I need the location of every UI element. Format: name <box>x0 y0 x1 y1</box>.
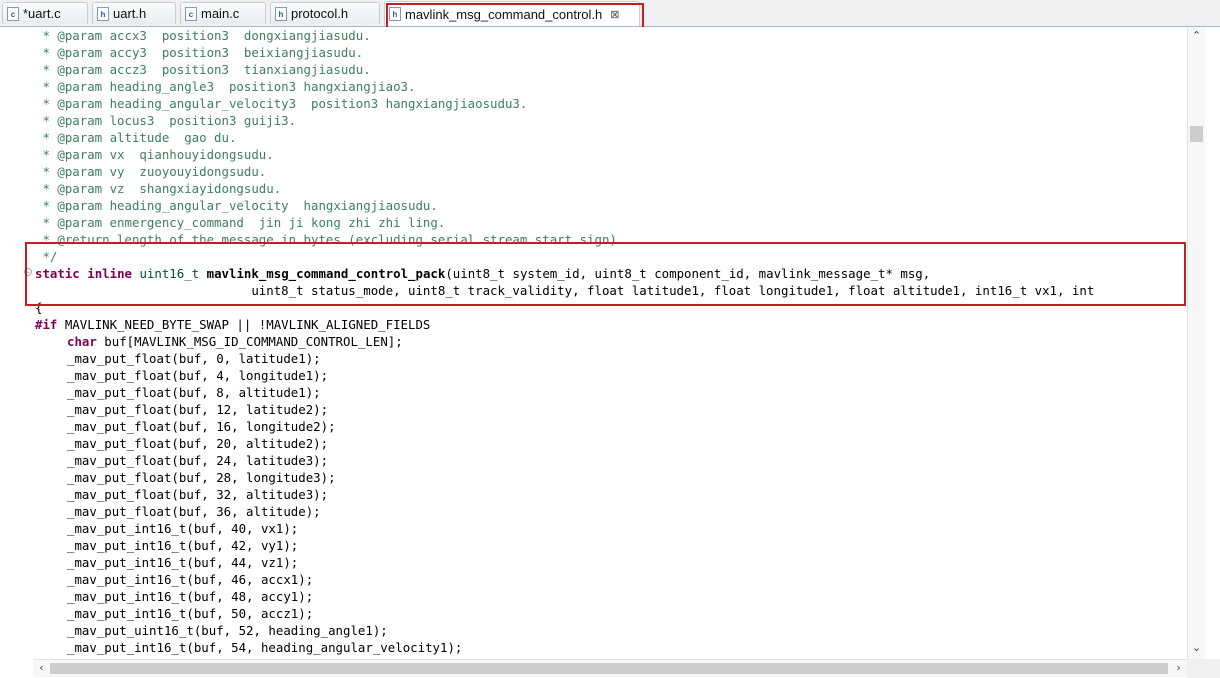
tab-mavlink-msg-command-control-h[interactable]: h mavlink_msg_command_control.h ⊠ <box>384 1 640 26</box>
tab-label: protocol.h <box>291 6 349 21</box>
open-brace: { <box>35 300 43 315</box>
code-line: * @param vx qianhouyidongsudu. <box>35 147 274 162</box>
horizontal-scroll-thumb[interactable] <box>50 663 1168 674</box>
scroll-left-icon[interactable]: ‹ <box>33 661 50 674</box>
function-name: mavlink_msg_command_control_pack <box>206 266 446 281</box>
code-line: _mav_put_float(buf, 16, longitude2); <box>67 419 336 434</box>
code-line: * @param heading_angular_velocity hangxi… <box>35 198 438 213</box>
preprocessor-keyword: #if <box>35 317 58 332</box>
fold-marker-icon[interactable]: − <box>24 268 32 277</box>
code-line: _mav_put_int16_t(buf, 50, accz1); <box>67 606 314 621</box>
tab-label: mavlink_msg_command_control.h <box>405 6 603 22</box>
code-line: _mav_put_float(buf, 20, altitude2); <box>67 436 329 451</box>
code-line: * @param accx3 position3 dongxiangjiasud… <box>35 28 371 43</box>
code-line: _mav_put_float(buf, 32, altitude3); <box>67 487 329 502</box>
code-line: _mav_put_float(buf, 28, longitude3); <box>67 470 336 485</box>
preprocessor-if-line: #if MAVLINK_NEED_BYTE_SWAP || !MAVLINK_A… <box>35 316 430 333</box>
code-line: * @param accy3 position3 beixiangjiasudu… <box>35 45 364 60</box>
code-line: _mav_put_int16_t(buf, 48, accy1); <box>67 589 314 604</box>
return-type: uint16_t <box>139 266 200 281</box>
c-file-icon: c <box>7 6 19 21</box>
code-line: */ <box>35 249 58 264</box>
keyword-static: static <box>35 266 80 281</box>
code-line: _mav_put_int16_t(buf, 44, vz1); <box>67 555 299 570</box>
code-line: _mav_put_int16_t(buf, 42, vy1); <box>67 538 299 553</box>
c-file-icon: c <box>185 6 197 21</box>
code-line: _mav_put_float(buf, 12, latitude2); <box>67 402 329 417</box>
code-line: * @param altitude gao du. <box>35 130 237 145</box>
code-line: * @return length of the message in bytes… <box>35 232 617 247</box>
code-line: * @param enmergency_command jin ji kong … <box>35 215 446 230</box>
h-file-icon: h <box>275 6 287 21</box>
h-file-icon: h <box>389 7 401 21</box>
code-line: _mav_put_float(buf, 4, longitude1); <box>67 368 329 383</box>
h-file-icon: h <box>97 6 109 21</box>
vertical-scrollbar[interactable]: ⌃ ⌄ <box>1187 27 1205 659</box>
preprocessor-condition: MAVLINK_NEED_BYTE_SWAP || !MAVLINK_ALIGN… <box>57 317 431 332</box>
code-line: _mav_put_uint16_t(buf, 52, heading_angle… <box>67 623 388 638</box>
function-signature-line-1: static inline uint16_t mavlink_msg_comma… <box>35 265 930 282</box>
code-line: _mav_put_float(buf, 24, latitude3); <box>67 453 329 468</box>
tab-label: uart.h <box>113 6 147 21</box>
vertical-scroll-thumb[interactable] <box>1190 126 1203 142</box>
function-signature-line-2: uint8_t status_mode, uint8_t track_valid… <box>35 283 1095 298</box>
scrollbar-corner <box>1187 659 1220 678</box>
tab-main-c[interactable]: c main.c <box>180 2 266 24</box>
tab-uart-h[interactable]: h uart.h <box>92 2 176 24</box>
buffer-declaration-line: char buf[MAVLINK_MSG_ID_COMMAND_CONTROL_… <box>67 333 403 350</box>
tab-label: *uart.c <box>23 6 61 21</box>
tab-label: main.c <box>201 6 240 21</box>
code-line: _mav_put_int16_t(buf, 54, heading_angula… <box>67 640 463 655</box>
code-line: * @param accz3 position3 tianxiangjiasud… <box>35 62 371 77</box>
tab-uart-c[interactable]: c *uart.c <box>2 2 88 24</box>
code-line: * @param locus3 position3 guiji3. <box>35 113 297 128</box>
parameter-list: (uint8_t system_id, uint8_t component_id… <box>445 266 931 281</box>
horizontal-scrollbar[interactable]: ‹ › <box>33 659 1187 677</box>
code-line: _mav_put_float(buf, 8, altitude1); <box>67 385 321 400</box>
code-editor[interactable]: * @param accx3 position3 dongxiangjiasud… <box>0 27 1187 659</box>
code-line: _mav_put_int16_t(buf, 46, accx1); <box>67 572 314 587</box>
code-line: _mav_put_float(buf, 36, altitude); <box>67 504 321 519</box>
code-line: * @param vy zuoyouyidongsudu. <box>35 164 267 179</box>
code-line: _mav_put_float(buf, 0, latitude1); <box>67 351 321 366</box>
close-icon[interactable]: ⊠ <box>610 8 619 21</box>
code-line: * @param heading_angle3 position3 hangxi… <box>35 79 416 94</box>
code-line: * @param vz shangxiayidongsudu. <box>35 181 282 196</box>
tab-protocol-h[interactable]: h protocol.h <box>270 2 380 24</box>
scroll-up-icon[interactable]: ⌃ <box>1188 29 1205 42</box>
keyword-char: char <box>67 334 97 349</box>
keyword-inline: inline <box>87 266 132 281</box>
scroll-right-icon[interactable]: › <box>1170 661 1187 674</box>
editor-tab-bar: c *uart.c h uart.h c main.c h protocol.h… <box>0 0 1220 27</box>
scroll-down-icon[interactable]: ⌄ <box>1188 641 1205 654</box>
buffer-declaration: buf[MAVLINK_MSG_ID_COMMAND_CONTROL_LEN]; <box>96 334 403 349</box>
code-line: * @param heading_angular_velocity3 posit… <box>35 96 528 111</box>
code-line: _mav_put_int16_t(buf, 40, vx1); <box>67 521 299 536</box>
